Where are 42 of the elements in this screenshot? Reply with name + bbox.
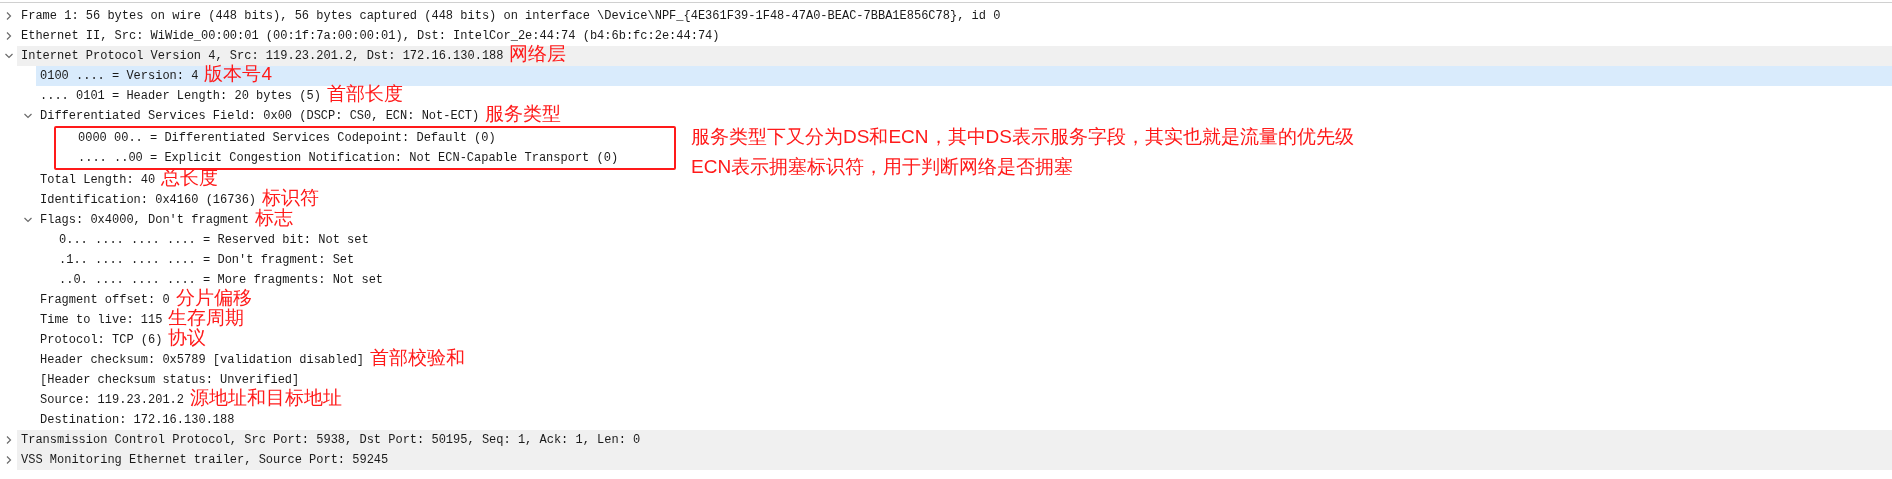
chevron-down-icon[interactable] <box>23 112 32 120</box>
row-text: Total Length: 40 <box>40 172 156 189</box>
row-text: .... 0101 = Header Length: 20 bytes (5) <box>40 88 321 105</box>
tree-row[interactable]: Header checksum: 0x5789 [validation disabled] 首部校验和 <box>36 350 470 370</box>
tree-row[interactable]: Transmission Control Protocol, Src Port: 5938, Dst Port: 50195, Seq: 1, Ack: 1, Len: 0 <box>17 430 1892 450</box>
annotation-text: ECN表示拥塞标识符，用于判断网络是否拥塞 <box>691 156 1075 178</box>
annotation-text: 生存周期 <box>168 307 245 327</box>
annotation-text: 首部长度 <box>326 83 403 103</box>
row-text: Transmission Control Protocol, Src Port: 5938, Dst Port: 50195, Seq: 1, Ack: 1, Len: 0 <box>21 432 641 449</box>
annotation-text: 版本号4 <box>204 63 272 83</box>
tree-row[interactable]: VSS Monitoring Ethernet trailer, Source Port: 59245 <box>17 450 1892 470</box>
chevron-right-icon[interactable] <box>4 436 13 444</box>
row-text: Differentiated Services Field: 0x00 (DSCP: CS0, ECN: Not-ECT) <box>40 108 480 125</box>
annotation-text: 服务类型 <box>485 103 562 123</box>
chevron-right-icon[interactable] <box>4 12 13 20</box>
tree-row[interactable]: .... 0101 = Header Length: 20 bytes (5) 首部长度 <box>36 86 407 106</box>
annotation-text: 服务类型下又分为DS和ECN，其中DS表示服务字段，其实也就是流量的优先级 <box>691 126 1354 148</box>
tree-row[interactable]: Differentiated Services Field: 0x00 (DSCP: CS0, ECN: Not-ECT) 服务类型 <box>36 106 566 126</box>
annotation-text: 协议 <box>168 327 207 347</box>
row-text: VSS Monitoring Ethernet trailer, Source Port: 59245 <box>21 452 389 469</box>
row-text: 0100 .... = Version: 4 <box>40 68 199 85</box>
annotation-text: 源地址和目标地址 <box>190 387 343 407</box>
annotation-text: 总长度 <box>161 167 219 187</box>
row-text: Internet Protocol Version 4, Src: 119.23.201.2, Dst: 172.16.130.188 <box>21 48 504 64</box>
row-text: Protocol: TCP (6) <box>40 332 163 349</box>
row-text: Flags: 0x4000, Don't fragment <box>40 212 249 229</box>
row-text: Header checksum: 0x5789 [validation disabled] <box>40 352 365 369</box>
row-text: Fragment offset: 0 <box>40 292 170 307</box>
chevron-down-icon[interactable] <box>23 216 32 224</box>
annotation-text: 分片偏移 <box>175 287 252 307</box>
chevron-right-icon[interactable] <box>4 456 13 464</box>
row-text: Identification: 0x4160 (16736) <box>40 192 257 208</box>
annotation-text: 标识符 <box>262 187 320 207</box>
annotation-text: 标志 <box>254 207 293 227</box>
annotation-text: 网络层 <box>509 43 567 63</box>
row-text: Source: 119.23.201.2 <box>40 392 185 409</box>
chevron-down-icon[interactable] <box>4 52 13 60</box>
tree-row[interactable]: Source: 119.23.201.2 源地址和目标地址 <box>36 390 347 410</box>
annotation-text: 首部校验和 <box>370 347 466 367</box>
chevron-right-icon[interactable] <box>4 32 13 40</box>
tree-row[interactable]: Total Length: 40 总长度 <box>36 170 223 190</box>
row-text: Time to live: 115 <box>40 312 163 329</box>
